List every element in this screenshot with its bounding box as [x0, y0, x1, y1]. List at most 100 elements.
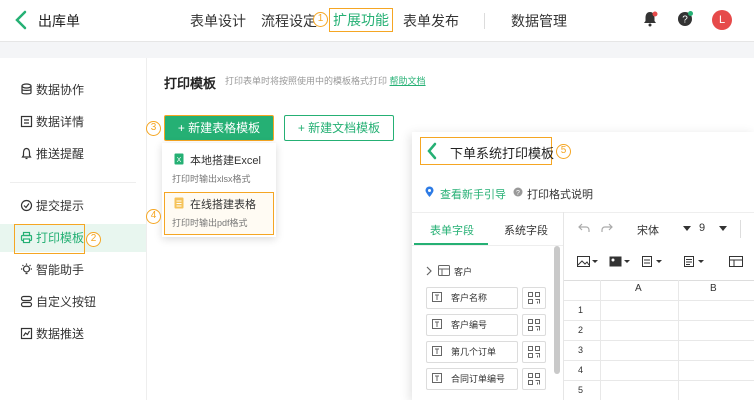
sidebar-item-data-collab[interactable]: 数据协作 — [0, 76, 146, 104]
grid-line — [564, 320, 754, 321]
highlight-box-print-template — [14, 224, 85, 254]
chevron-right-icon[interactable] — [425, 266, 433, 276]
text-field-icon — [432, 346, 442, 356]
info-icon: ? — [513, 187, 523, 197]
insert-image-icon[interactable] — [577, 256, 599, 267]
marker-2: 2 — [86, 232, 101, 247]
font-family-select[interactable]: 宋体 — [637, 222, 659, 238]
grid-line — [564, 340, 754, 341]
field-label: 合同订单编号 — [451, 374, 506, 384]
insert-table-icon[interactable] — [729, 256, 743, 267]
avatar[interactable]: L — [712, 10, 732, 30]
grid-line — [564, 360, 754, 361]
chevron-down-icon[interactable] — [719, 226, 727, 231]
sidebar-item-smart-assistant[interactable]: 智能助手 — [0, 256, 146, 284]
sidebar-item-data-push[interactable]: 数据推送 — [0, 320, 146, 348]
page-description: 打印表单时将按照使用中的模板格式打印 帮助文档 — [225, 74, 426, 87]
top-bar: 出库单 表单设计 流程设定 1 扩展功能 表单发布 数据管理 ? L — [0, 0, 754, 42]
editor-title: 下单系统打印模板 — [450, 146, 555, 161]
help-icon[interactable]: ? — [676, 10, 694, 28]
column-header[interactable]: A — [635, 283, 642, 294]
nav-form-publish[interactable]: 表单发布 — [403, 11, 459, 31]
grid-line — [564, 280, 754, 281]
check-circle-icon — [20, 199, 33, 212]
dropdown-item-sub: 打印时输出xlsx格式 — [172, 174, 251, 184]
sidebar-divider — [10, 182, 136, 183]
sidebar-item-label: 数据详情 — [36, 115, 85, 129]
beginner-guide-link[interactable]: 查看新手引导 — [440, 186, 506, 202]
text-field-icon — [432, 373, 442, 383]
marker-1: 1 — [313, 12, 328, 27]
group-table-icon — [438, 265, 450, 276]
buttons-icon — [20, 295, 33, 308]
new-doc-template-button[interactable]: + 新建文档模板 — [284, 115, 394, 141]
undo-icon[interactable] — [578, 223, 590, 233]
row-header[interactable]: 3 — [578, 345, 583, 355]
field-label: 客户编号 — [451, 320, 488, 330]
nav-flow-settings[interactable]: 流程设定 — [261, 11, 317, 31]
sidebar-item-submit-tip[interactable]: 提交提示 — [0, 192, 146, 220]
toolbar-divider — [740, 220, 741, 238]
divider — [412, 212, 754, 213]
new-table-template-button[interactable]: + 新建表格模板 — [164, 115, 274, 141]
sidebar-item-label: 智能助手 — [36, 263, 85, 277]
row-header[interactable]: 1 — [578, 305, 583, 315]
insert-doc-icon[interactable] — [683, 256, 705, 267]
qr-code-glyph — [528, 346, 540, 358]
nav-extensions[interactable]: 扩展功能 — [329, 8, 393, 32]
marker-5: 5 — [556, 144, 571, 159]
bell-icon — [21, 147, 32, 160]
text-field-icon — [432, 292, 442, 302]
excel-icon: X — [174, 153, 184, 165]
qr-code-glyph — [528, 292, 540, 304]
back-arrow-icon[interactable] — [14, 10, 28, 30]
column-header[interactable]: B — [710, 283, 717, 294]
tab-system-fields[interactable]: 系统字段 — [504, 222, 548, 238]
sidebar-item-label: 推送提醒 — [36, 147, 85, 161]
sheet-icon — [174, 197, 184, 209]
sidebar-item-label: 数据协作 — [36, 83, 85, 97]
dropdown-item-local-excel[interactable]: 本地搭建Excel — [190, 152, 261, 168]
nav-data-management[interactable]: 数据管理 — [511, 11, 567, 31]
print-format-help-link[interactable]: 打印格式说明 — [527, 186, 593, 202]
nav-divider — [484, 13, 485, 29]
nav-form-design[interactable]: 表单设计 — [190, 11, 246, 31]
description-text: 打印表单时将按照使用中的模板格式打印 — [225, 76, 388, 86]
font-size-select[interactable]: 9 — [699, 222, 705, 234]
help-doc-link[interactable]: 帮助文档 — [390, 76, 426, 86]
divider — [412, 245, 564, 246]
svg-text:?: ? — [516, 190, 520, 197]
qr-code-glyph — [528, 319, 540, 331]
qr-code-glyph — [528, 373, 540, 385]
notification-bell-icon[interactable] — [641, 10, 659, 28]
row-header[interactable]: 4 — [578, 365, 583, 375]
dropdown-item-online-table[interactable]: 在线搭建表格 — [190, 196, 256, 212]
field-label: 客户名称 — [451, 293, 488, 303]
sidebar-item-push-reminder[interactable]: 推送提醒 — [0, 140, 146, 168]
sidebar-item-label: 提交提示 — [36, 199, 85, 213]
field-list-scrollbar[interactable] — [554, 246, 560, 374]
field-label: 第几个订单 — [451, 347, 497, 357]
chart-icon — [20, 327, 33, 340]
redo-icon[interactable] — [601, 223, 613, 233]
insert-file-icon[interactable] — [641, 256, 663, 267]
grid-line — [564, 380, 754, 381]
row-header[interactable]: 5 — [578, 385, 583, 395]
tab-form-fields[interactable]: 表单字段 — [430, 222, 474, 238]
sidebar-item-label: 自定义按钮 — [36, 295, 97, 309]
insert-picture-icon[interactable] — [609, 256, 631, 267]
sidebar-item-data-detail[interactable]: 数据详情 — [0, 108, 146, 136]
svg-text:?: ? — [682, 15, 688, 26]
sidebar-item-custom-button[interactable]: 自定义按钮 — [0, 288, 146, 316]
text-field-icon — [432, 319, 442, 329]
back-arrow-icon[interactable] — [426, 142, 438, 160]
field-group-customer[interactable]: 客户 — [454, 265, 472, 278]
dropdown-item-sub: 打印时输出pdf格式 — [172, 218, 248, 228]
svg-text:X: X — [177, 157, 182, 164]
divider — [563, 212, 564, 400]
page-title: 打印模板 — [164, 76, 217, 91]
marker-3: 3 — [146, 121, 161, 136]
location-pin-icon — [425, 186, 434, 197]
row-header[interactable]: 2 — [578, 325, 583, 335]
chevron-down-icon[interactable] — [683, 226, 691, 231]
